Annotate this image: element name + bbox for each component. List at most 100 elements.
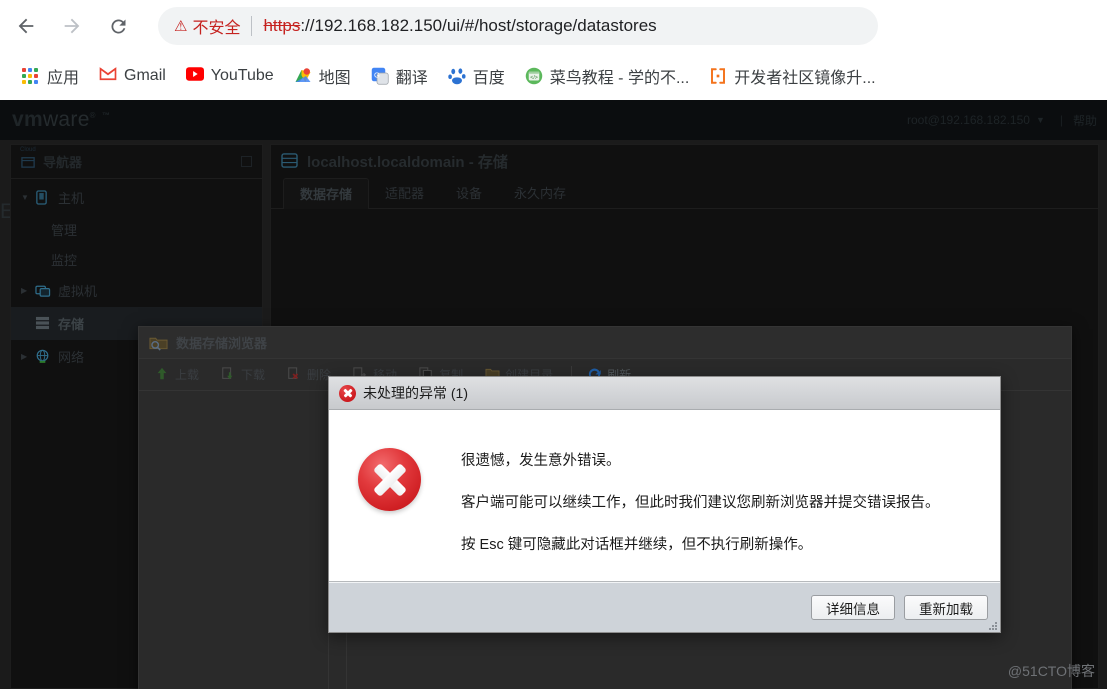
- dialog-message: 客户端可能可以继续工作，但此时我们建议您刷新浏览器并提交错误报告。: [461, 494, 940, 511]
- help-link[interactable]: 帮助: [1073, 112, 1097, 129]
- security-status-label[interactable]: 不安全: [192, 14, 240, 38]
- sidebar-item-host[interactable]: ▼ 主机: [11, 181, 262, 214]
- datastore-browser-title: 数据存储浏览器: [176, 336, 268, 351]
- host-icon: [35, 189, 52, 206]
- bookmark-label: 百度: [472, 70, 505, 87]
- svg-text:G: G: [374, 71, 380, 80]
- sidebar-item-label: 主机: [58, 191, 85, 206]
- address-bar[interactable]: ⚠ 不安全 https://192.168.182.150/ui/#/host/…: [158, 7, 878, 45]
- apps-grid-icon: [22, 67, 40, 85]
- topbar-divider: |: [1059, 113, 1063, 127]
- svg-text:</>: </>: [530, 75, 538, 81]
- navigator-icon: [21, 154, 36, 169]
- insecure-warning-icon: ⚠: [174, 17, 188, 35]
- sidebar-item-label: 管理: [51, 222, 78, 238]
- baidu-icon: [448, 67, 466, 85]
- sidebar-item-virtual-machines[interactable]: ▶ 虚拟机: [11, 274, 262, 307]
- watermark: @51CTO博客: [1007, 663, 1095, 679]
- dialog-body: 很遗憾，发生意外错误。 客户端可能可以继续工作，但此时我们建议您刷新浏览器并提交…: [329, 410, 1000, 582]
- twisty-icon[interactable]: ▼: [21, 193, 35, 202]
- bookmark-label: 地图: [318, 70, 351, 87]
- youtube-icon: [185, 67, 204, 85]
- bookmark-apps[interactable]: 应用: [14, 61, 87, 91]
- tab-datastores[interactable]: 数据存储: [283, 178, 370, 209]
- cloud-tag-label: Cloud: [20, 147, 36, 153]
- datastore-browser-titlebar: 数据存储浏览器: [139, 327, 1071, 359]
- bookmarks-bar: 应用 Gmail YouTube 地图 G 翻译 百度 </> 菜鸟教程 - 学…: [0, 52, 1107, 100]
- bookmark-gmail[interactable]: Gmail: [91, 61, 174, 91]
- url-host: 192.168.182.150: [314, 16, 443, 35]
- dialog-titlebar: 未处理的异常 (1): [329, 377, 1000, 410]
- delete-icon: [287, 367, 302, 382]
- tab-label: 设备: [456, 186, 483, 201]
- vmware-esxi-logo: vmware® ESXi™: [0, 108, 1107, 689]
- pin-toggle-icon[interactable]: [241, 156, 252, 167]
- browser-nav-row: ⚠ 不安全 https://192.168.182.150/ui/#/host/…: [0, 0, 1107, 52]
- omnibox-divider: [251, 16, 253, 36]
- upload-icon: [155, 367, 170, 382]
- resize-grip[interactable]: [987, 620, 997, 630]
- bookmark-label: 开发者社区镜像升...: [734, 70, 876, 87]
- url-text: https://192.168.182.150/ui/#/host/storag…: [263, 16, 656, 36]
- navigator-title: 导航器: [43, 155, 83, 170]
- google-maps-icon: [294, 67, 312, 85]
- twisty-icon[interactable]: ▶: [21, 352, 35, 361]
- esxi-topbar-right: root@192.168.182.150 ▼ | 帮助: [907, 112, 1097, 129]
- logo-ware: ware: [42, 108, 90, 131]
- bookmark-runoob[interactable]: </> 菜鸟教程 - 学的不...: [517, 61, 698, 91]
- toolbar-label: 上载: [175, 368, 200, 382]
- folder-search-icon: [149, 335, 168, 351]
- datastore-tree-pane[interactable]: [139, 391, 329, 689]
- esxi-topbar: vmware® ESXi™ root@192.168.182.150 ▼ | 帮…: [0, 100, 1107, 689]
- sidebar-item-label: 网络: [58, 350, 85, 365]
- user-menu-label[interactable]: root@192.168.182.150: [907, 113, 1030, 127]
- screen: ⚠ 不安全 https://192.168.182.150/ui/#/host/…: [0, 0, 1107, 689]
- runoob-icon: </>: [525, 67, 543, 85]
- google-translate-icon: G: [371, 67, 389, 85]
- unhandled-exception-dialog: 未处理的异常 (1) 很遗憾，发生意外错误。 客户端可能可以继续工作，但此时我们…: [328, 376, 1001, 633]
- upload-button[interactable]: 上载: [149, 363, 205, 387]
- developer-community-icon: [709, 67, 727, 85]
- forward-button[interactable]: [52, 6, 92, 46]
- bookmark-label: YouTube: [210, 67, 274, 84]
- back-button[interactable]: [6, 6, 46, 46]
- chevron-down-icon[interactable]: ▼: [1036, 115, 1045, 125]
- bookmark-translate[interactable]: G 翻译: [363, 61, 436, 91]
- sidebar-item-manage[interactable]: 管理: [11, 214, 262, 244]
- page-title: localhost.localdomain - 存储: [307, 153, 508, 171]
- dialog-message: 按 Esc 键可隐藏此对话框并继续，但不执行刷新操作。: [461, 536, 813, 553]
- url-path: /ui/#/host/storage/datastores: [442, 16, 657, 35]
- dialog-message: 很遗憾，发生意外错误。: [461, 453, 621, 469]
- download-button[interactable]: 下载: [215, 363, 271, 387]
- browser-chrome: ⚠ 不安全 https://192.168.182.150/ui/#/host/…: [0, 0, 1107, 100]
- reload-button[interactable]: 重新加载: [904, 595, 988, 620]
- bookmark-youtube[interactable]: YouTube: [178, 61, 282, 91]
- logo-vm: vm: [12, 108, 43, 131]
- bookmark-baidu[interactable]: 百度: [440, 61, 513, 91]
- bookmark-label: 翻译: [395, 70, 428, 87]
- reload-button[interactable]: [98, 6, 138, 46]
- bookmark-label: 应用: [47, 70, 80, 87]
- details-button[interactable]: 详细信息: [811, 595, 895, 620]
- tab-adapters[interactable]: 适配器: [369, 178, 440, 208]
- storage-icon: [35, 316, 52, 332]
- error-badge-icon: [358, 448, 421, 511]
- url-separator: ://: [300, 16, 315, 35]
- bookmark-maps[interactable]: 地图: [286, 61, 359, 91]
- download-icon: [221, 367, 236, 382]
- tab-devices[interactable]: 设备: [440, 178, 498, 208]
- tab-label: 适配器: [385, 186, 425, 201]
- twisty-icon[interactable]: ▶: [21, 286, 35, 295]
- toolbar-label: 下载: [241, 368, 266, 382]
- sidebar-item-monitor[interactable]: 监控: [11, 244, 262, 274]
- tab-label: 数据存储: [300, 187, 353, 202]
- content-header: localhost.localdomain - 存储: [271, 145, 1098, 177]
- tab-persistent-memory[interactable]: 永久内存: [498, 178, 582, 208]
- bookmark-developer-community[interactable]: 开发者社区镜像升...: [701, 61, 883, 91]
- sidebar-item-label: 监控: [51, 252, 78, 268]
- content-tabs: 数据存储 适配器 设备 永久内存: [271, 177, 1098, 209]
- host-icon: [281, 153, 299, 169]
- vm-icon: [35, 283, 52, 299]
- url-scheme: https: [263, 16, 301, 35]
- sidebar-item-label: 存储: [58, 317, 85, 332]
